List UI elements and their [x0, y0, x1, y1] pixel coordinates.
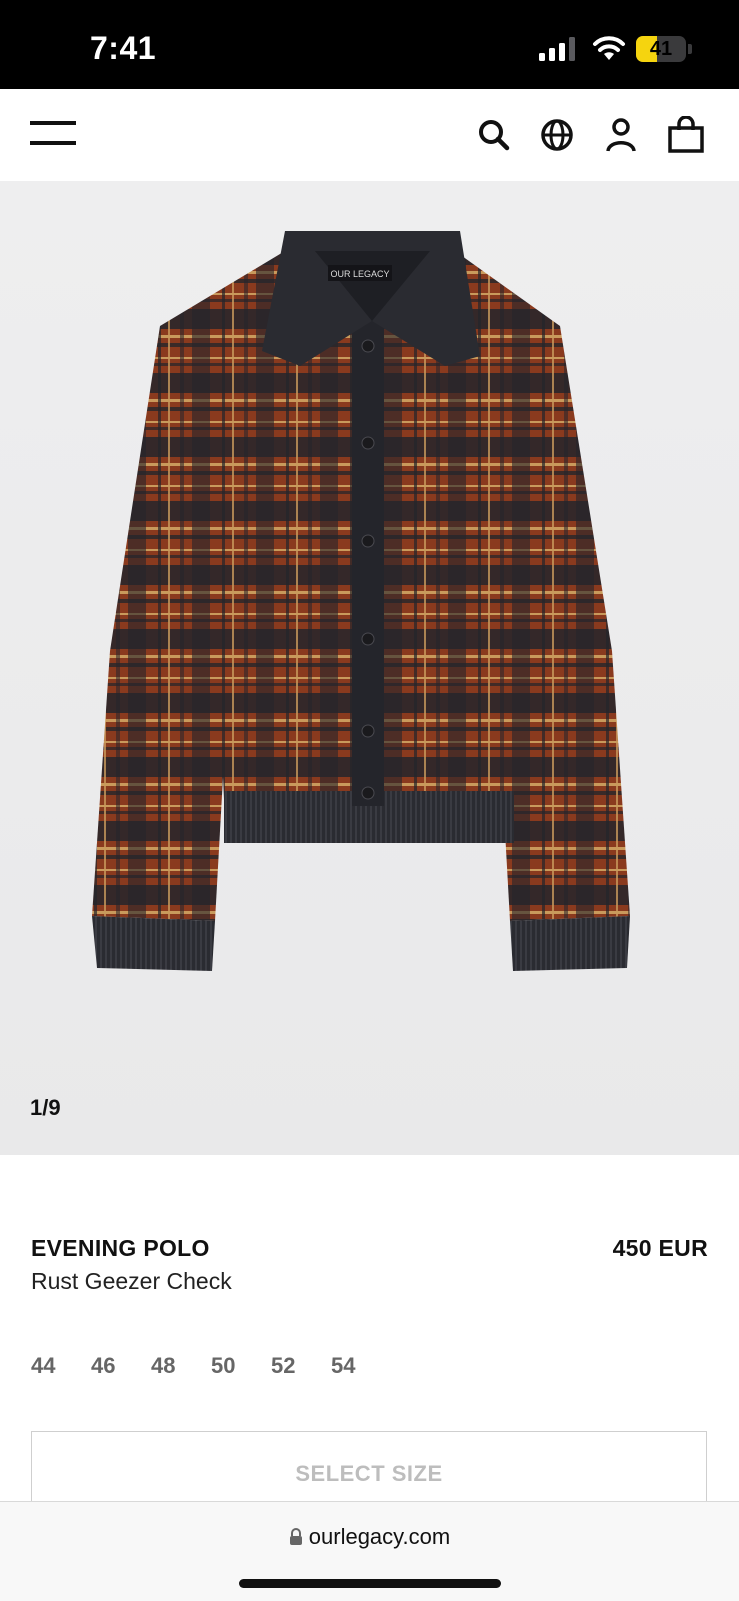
site-header	[0, 89, 739, 181]
product-name: EVENING POLO	[31, 1235, 210, 1261]
battery-level: 41	[649, 38, 673, 60]
battery-icon: 41	[636, 36, 686, 62]
globe-icon[interactable]	[538, 116, 576, 154]
url-field[interactable]: ourlegacy.com	[0, 1524, 739, 1550]
size-option-44[interactable]: 44	[31, 1353, 91, 1379]
product-price: 450 EUR	[612, 1235, 708, 1261]
status-bar: 7:41 41	[0, 0, 739, 89]
size-options: 44 46 48 50 52 54	[31, 1353, 391, 1379]
product-photo: OUR LEGACY	[92, 231, 630, 971]
lock-icon	[289, 1528, 302, 1545]
search-icon[interactable]	[475, 116, 513, 154]
cellular-signal-icon	[539, 37, 575, 61]
account-icon[interactable]	[602, 116, 640, 154]
product-image-gallery[interactable]: OUR LEGACY 1/9	[0, 181, 739, 1155]
battery-nub	[688, 44, 692, 54]
status-time: 7:41	[90, 30, 157, 66]
size-option-48[interactable]: 48	[151, 1353, 211, 1379]
product-variant: Rust Geezer Check	[31, 1268, 232, 1294]
size-option-50[interactable]: 50	[211, 1353, 271, 1379]
size-option-54[interactable]: 54	[331, 1353, 391, 1379]
wifi-icon	[593, 36, 625, 60]
size-option-52[interactable]: 52	[271, 1353, 331, 1379]
size-option-46[interactable]: 46	[91, 1353, 151, 1379]
brand-label: OUR LEGACY	[330, 269, 389, 279]
shopping-bag-icon[interactable]	[667, 116, 705, 154]
image-counter: 1/9	[30, 1095, 61, 1120]
home-indicator[interactable]	[239, 1579, 501, 1588]
menu-icon[interactable]	[28, 119, 78, 151]
url-text: ourlegacy.com	[308, 1524, 451, 1549]
browser-address-bar: ourlegacy.com	[0, 1501, 739, 1601]
